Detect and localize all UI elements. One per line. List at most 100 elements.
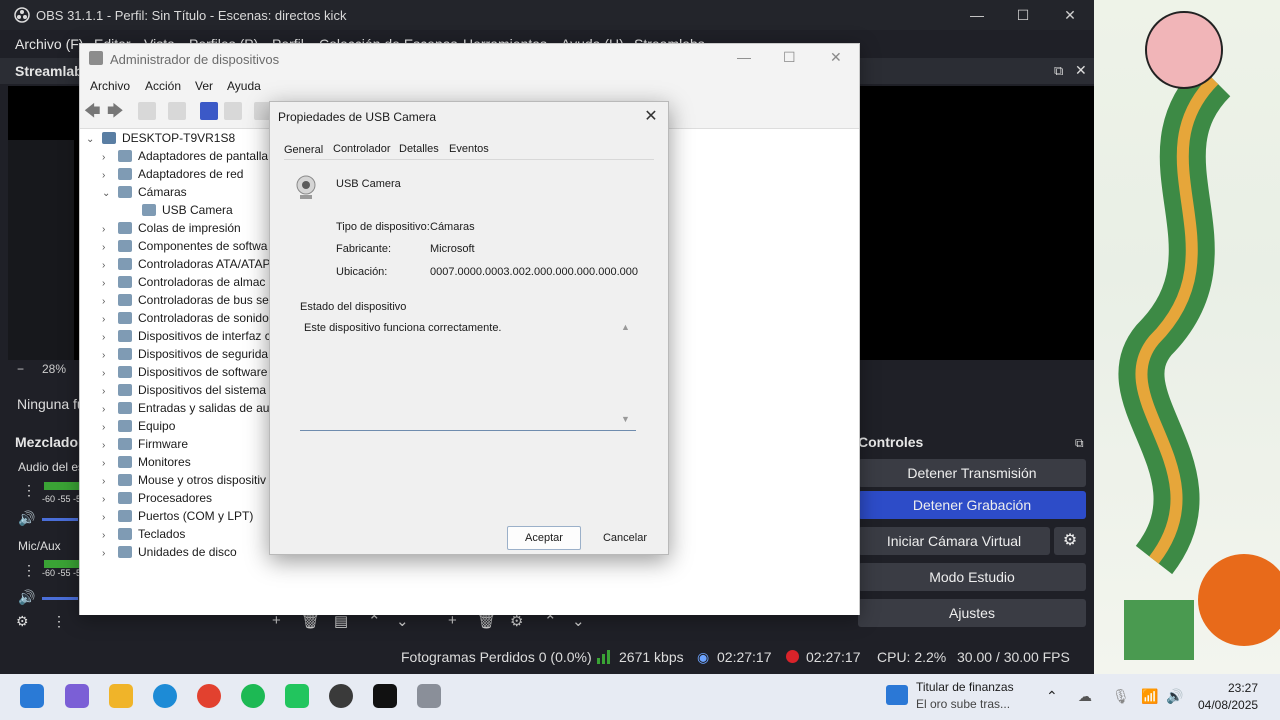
- tab-detalles[interactable]: Detalles: [399, 143, 439, 155]
- dm-close-button[interactable]: ✕: [830, 49, 842, 66]
- properties-icon[interactable]: [168, 102, 186, 120]
- expand-chevron-icon[interactable]: ›: [102, 296, 118, 307]
- microphone-icon[interactable]: 🎙: [1112, 688, 1130, 705]
- mixer-settings-icon[interactable]: ⚙: [16, 613, 29, 630]
- obs-maximize-button[interactable]: ☐: [1008, 6, 1038, 24]
- expand-chevron-icon[interactable]: ⌄: [102, 188, 118, 199]
- expand-chevron-icon[interactable]: ›: [102, 368, 118, 379]
- edge-icon[interactable]: [153, 684, 177, 708]
- dm-menu-ayuda[interactable]: Ayuda: [227, 79, 261, 93]
- tree-item[interactable]: › Adaptadores de red: [102, 167, 243, 185]
- wifi-icon[interactable]: 📶: [1141, 688, 1158, 705]
- device-status-box[interactable]: Este dispositivo funciona correctamente.…: [300, 318, 636, 431]
- kick-icon[interactable]: [285, 684, 309, 708]
- tree-item[interactable]: USB Camera: [126, 203, 233, 221]
- cancel-button[interactable]: Cancelar: [588, 526, 662, 550]
- obs-minimize-button[interactable]: —: [962, 6, 992, 24]
- copilot-icon[interactable]: [65, 684, 89, 708]
- stop-stream-button[interactable]: Detener Transmisión: [858, 459, 1086, 487]
- tree-item[interactable]: › Mouse y otros dispositiv: [102, 473, 266, 491]
- channel1-volume-icon[interactable]: 🔊: [18, 510, 35, 527]
- stop-recording-button[interactable]: Detener Grabación: [858, 491, 1086, 519]
- spotify-icon[interactable]: [241, 684, 265, 708]
- tree-item[interactable]: › Componentes de softwa: [102, 239, 267, 257]
- expand-chevron-icon[interactable]: ›: [102, 512, 118, 523]
- channel2-volume-slider[interactable]: [42, 597, 78, 600]
- tree-item[interactable]: ⌄ Cámaras: [102, 185, 187, 203]
- expand-chevron-icon[interactable]: ›: [102, 152, 118, 163]
- tiktok-icon[interactable]: [373, 684, 397, 708]
- expand-chevron-icon[interactable]: ›: [102, 386, 118, 397]
- tree-item[interactable]: › Equipo: [102, 419, 175, 437]
- expand-chevron-icon[interactable]: ›: [102, 242, 118, 253]
- tree-item[interactable]: › Dispositivos de segurida: [102, 347, 268, 365]
- onedrive-icon[interactable]: ☁: [1078, 688, 1092, 705]
- dm-minimize-button[interactable]: —: [737, 49, 751, 65]
- expand-chevron-icon[interactable]: ›: [102, 422, 118, 433]
- expand-chevron-icon[interactable]: ›: [102, 458, 118, 469]
- tree-item[interactable]: › Dispositivos del sistema: [102, 383, 266, 401]
- tree-item[interactable]: › Unidades de disco: [102, 545, 237, 563]
- tree-item[interactable]: › Colas de impresión: [102, 221, 241, 239]
- expand-chevron-icon[interactable]: ›: [102, 314, 118, 325]
- help-icon[interactable]: [200, 102, 218, 120]
- channel1-volume-slider[interactable]: [42, 518, 78, 521]
- ok-button[interactable]: Aceptar: [507, 526, 581, 550]
- device-manager-taskbar-icon[interactable]: [417, 684, 441, 708]
- virtualcam-settings-icon[interactable]: ⚙: [1054, 527, 1086, 555]
- mixer-menu-icon[interactable]: ⋮: [52, 613, 66, 630]
- channel2-volume-icon[interactable]: 🔊: [18, 589, 35, 606]
- tree-item[interactable]: › Puertos (COM y LPT): [102, 509, 253, 527]
- expand-chevron-icon[interactable]: ›: [102, 332, 118, 343]
- expand-chevron-icon[interactable]: ›: [102, 494, 118, 505]
- back-arrow-icon[interactable]: 🡄: [84, 100, 101, 127]
- start-virtualcam-button[interactable]: Iniciar Cámara Virtual: [858, 527, 1050, 555]
- status-scroll-down-icon[interactable]: ▼: [621, 414, 630, 424]
- tree-item[interactable]: › Monitores: [102, 455, 191, 473]
- expand-chevron-icon[interactable]: ›: [102, 224, 118, 235]
- expand-chevron-icon[interactable]: ›: [102, 170, 118, 181]
- tree-item[interactable]: › Adaptadores de pantalla: [102, 149, 268, 167]
- dm-menu-archivo[interactable]: Archivo: [90, 79, 130, 93]
- show-hide-tree-icon[interactable]: [138, 102, 156, 120]
- settings-button[interactable]: Ajustes: [858, 599, 1086, 627]
- obs-taskbar-icon[interactable]: [329, 684, 353, 708]
- tree-root[interactable]: ⌄ DESKTOP-T9VR1S8: [86, 131, 235, 149]
- studio-mode-button[interactable]: Modo Estudio: [858, 563, 1086, 591]
- file-explorer-icon[interactable]: [109, 684, 133, 708]
- tree-item[interactable]: › Controladoras de bus se: [102, 293, 269, 311]
- channel1-menu-icon[interactable]: ⋮: [22, 482, 36, 499]
- zoom-out-icon[interactable]: −: [17, 362, 24, 376]
- channel2-menu-icon[interactable]: ⋮: [22, 562, 36, 579]
- dock-close-icon[interactable]: ✕: [1075, 62, 1087, 79]
- obs-close-button[interactable]: ✕: [1055, 6, 1085, 24]
- tab-general[interactable]: General: [284, 143, 324, 159]
- tree-item[interactable]: › Controladoras de almac: [102, 275, 265, 293]
- clock-date[interactable]: 04/08/2025: [1198, 698, 1258, 712]
- tray-overflow-icon[interactable]: ⌃: [1046, 688, 1058, 705]
- tree-item[interactable]: › Procesadores: [102, 491, 212, 509]
- tree-item[interactable]: › Entradas y salidas de au: [102, 401, 269, 419]
- clock-time[interactable]: 23:27: [1228, 681, 1258, 695]
- dock-float-icon[interactable]: ⧉: [1054, 63, 1063, 79]
- controls-float-icon[interactable]: ⧉: [1075, 436, 1084, 451]
- chrome-icon[interactable]: [197, 684, 221, 708]
- news-subtitle[interactable]: El oro sube tras...: [916, 697, 1010, 711]
- expand-chevron-icon[interactable]: ›: [102, 260, 118, 271]
- expand-chevron-icon[interactable]: ›: [102, 530, 118, 541]
- expand-chevron-icon[interactable]: ›: [102, 440, 118, 451]
- dm-menu-accion[interactable]: Acción: [145, 79, 181, 93]
- forward-arrow-icon[interactable]: 🡆: [107, 100, 124, 127]
- expand-chevron-icon[interactable]: ›: [102, 476, 118, 487]
- tree-item[interactable]: › Firmware: [102, 437, 188, 455]
- tree-item[interactable]: › Dispositivos de software: [102, 365, 267, 383]
- dm-menu-ver[interactable]: Ver: [195, 79, 213, 93]
- news-widget-icon[interactable]: [886, 685, 908, 705]
- tree-item[interactable]: › Controladoras ATA/ATAPI: [102, 257, 274, 275]
- tab-controlador[interactable]: Controlador: [333, 143, 390, 155]
- tree-item[interactable]: › Teclados: [102, 527, 185, 545]
- dm-maximize-button[interactable]: ☐: [783, 49, 796, 66]
- speaker-icon[interactable]: 🔊: [1166, 688, 1183, 705]
- expand-chevron-icon[interactable]: ›: [102, 350, 118, 361]
- expand-chevron-icon[interactable]: ›: [102, 548, 118, 559]
